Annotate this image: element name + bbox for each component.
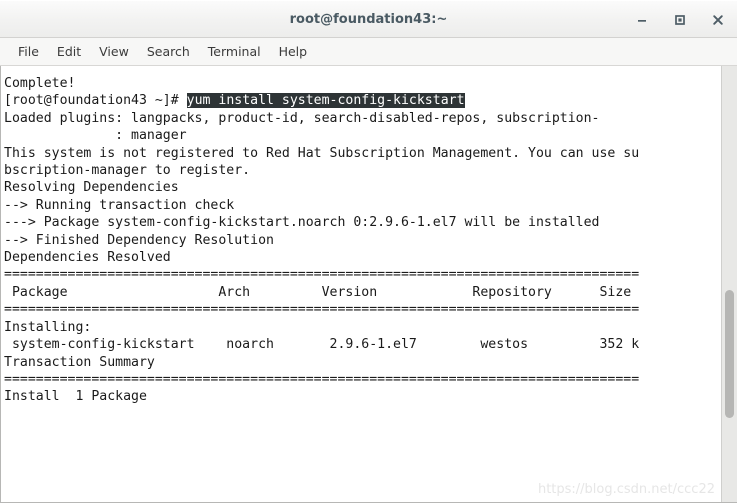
- terminal-table-group-label: Installing:: [4, 319, 92, 335]
- menu-bar: File Edit View Search Terminal Help: [0, 38, 737, 66]
- window-title: root@foundation43:~: [289, 11, 448, 27]
- terminal-line-resolving-deps: Resolving Dependencies: [4, 180, 179, 196]
- scrollbar-thumb[interactable]: [725, 290, 734, 418]
- terminal-line-loaded-plugins: Loaded plugins: langpacks, product-id, s…: [4, 110, 600, 126]
- terminal-summary-install: Install 1 Package: [4, 389, 147, 405]
- terminal-line-register: bscription-manager to register.: [4, 163, 251, 179]
- title-bar[interactable]: root@foundation43:~: [0, 0, 737, 38]
- terminal-line-complete: Complete!: [4, 76, 76, 91]
- maximize-icon[interactable]: [669, 9, 691, 31]
- terminal-summary-title: Transaction Summary: [4, 354, 155, 370]
- terminal-area: Complete! [root@foundation43 ~]# yum ins…: [0, 66, 737, 503]
- terminal-scrollbar[interactable]: [721, 66, 737, 502]
- terminal-output[interactable]: Complete! [root@foundation43 ~]# yum ins…: [1, 66, 721, 502]
- shell-prompt: [root@foundation43 ~]#: [4, 93, 187, 109]
- terminal-window: root@foundation43:~ File Edit View Searc…: [0, 0, 737, 503]
- terminal-prompt-line: [root@foundation43 ~]# yum install syste…: [4, 92, 721, 109]
- highlighted-command[interactable]: yum install system-config-kickstart: [186, 93, 465, 109]
- terminal-separator-top: ========================================…: [4, 267, 640, 283]
- menu-item-terminal[interactable]: Terminal: [199, 41, 270, 62]
- terminal-separator-mid: ========================================…: [4, 302, 640, 318]
- terminal-line-deps-resolved: Dependencies Resolved: [4, 250, 171, 266]
- menu-item-search[interactable]: Search: [138, 41, 199, 62]
- window-controls: [631, 1, 729, 39]
- minimize-icon[interactable]: [631, 9, 653, 31]
- terminal-line-package-install: ---> Package system-config-kickstart.noa…: [4, 215, 600, 231]
- terminal-line-running-check: --> Running transaction check: [4, 197, 235, 213]
- table-row: system-config-kickstart noarch 2.9.6-1.e…: [4, 337, 640, 353]
- terminal-table-header: Package Arch Version Repository Size: [4, 284, 632, 300]
- menu-item-edit[interactable]: Edit: [48, 41, 90, 62]
- menu-item-view[interactable]: View: [90, 41, 138, 62]
- menu-item-help[interactable]: Help: [270, 41, 317, 62]
- terminal-line-not-registered: This system is not registered to Red Hat…: [4, 145, 640, 161]
- close-icon[interactable]: [707, 9, 729, 31]
- terminal-line-finished-res: --> Finished Dependency Resolution: [4, 232, 274, 248]
- terminal-separator-bottom: ========================================…: [4, 371, 640, 387]
- terminal-line-manager: : manager: [4, 128, 187, 144]
- menu-item-file[interactable]: File: [9, 41, 48, 62]
